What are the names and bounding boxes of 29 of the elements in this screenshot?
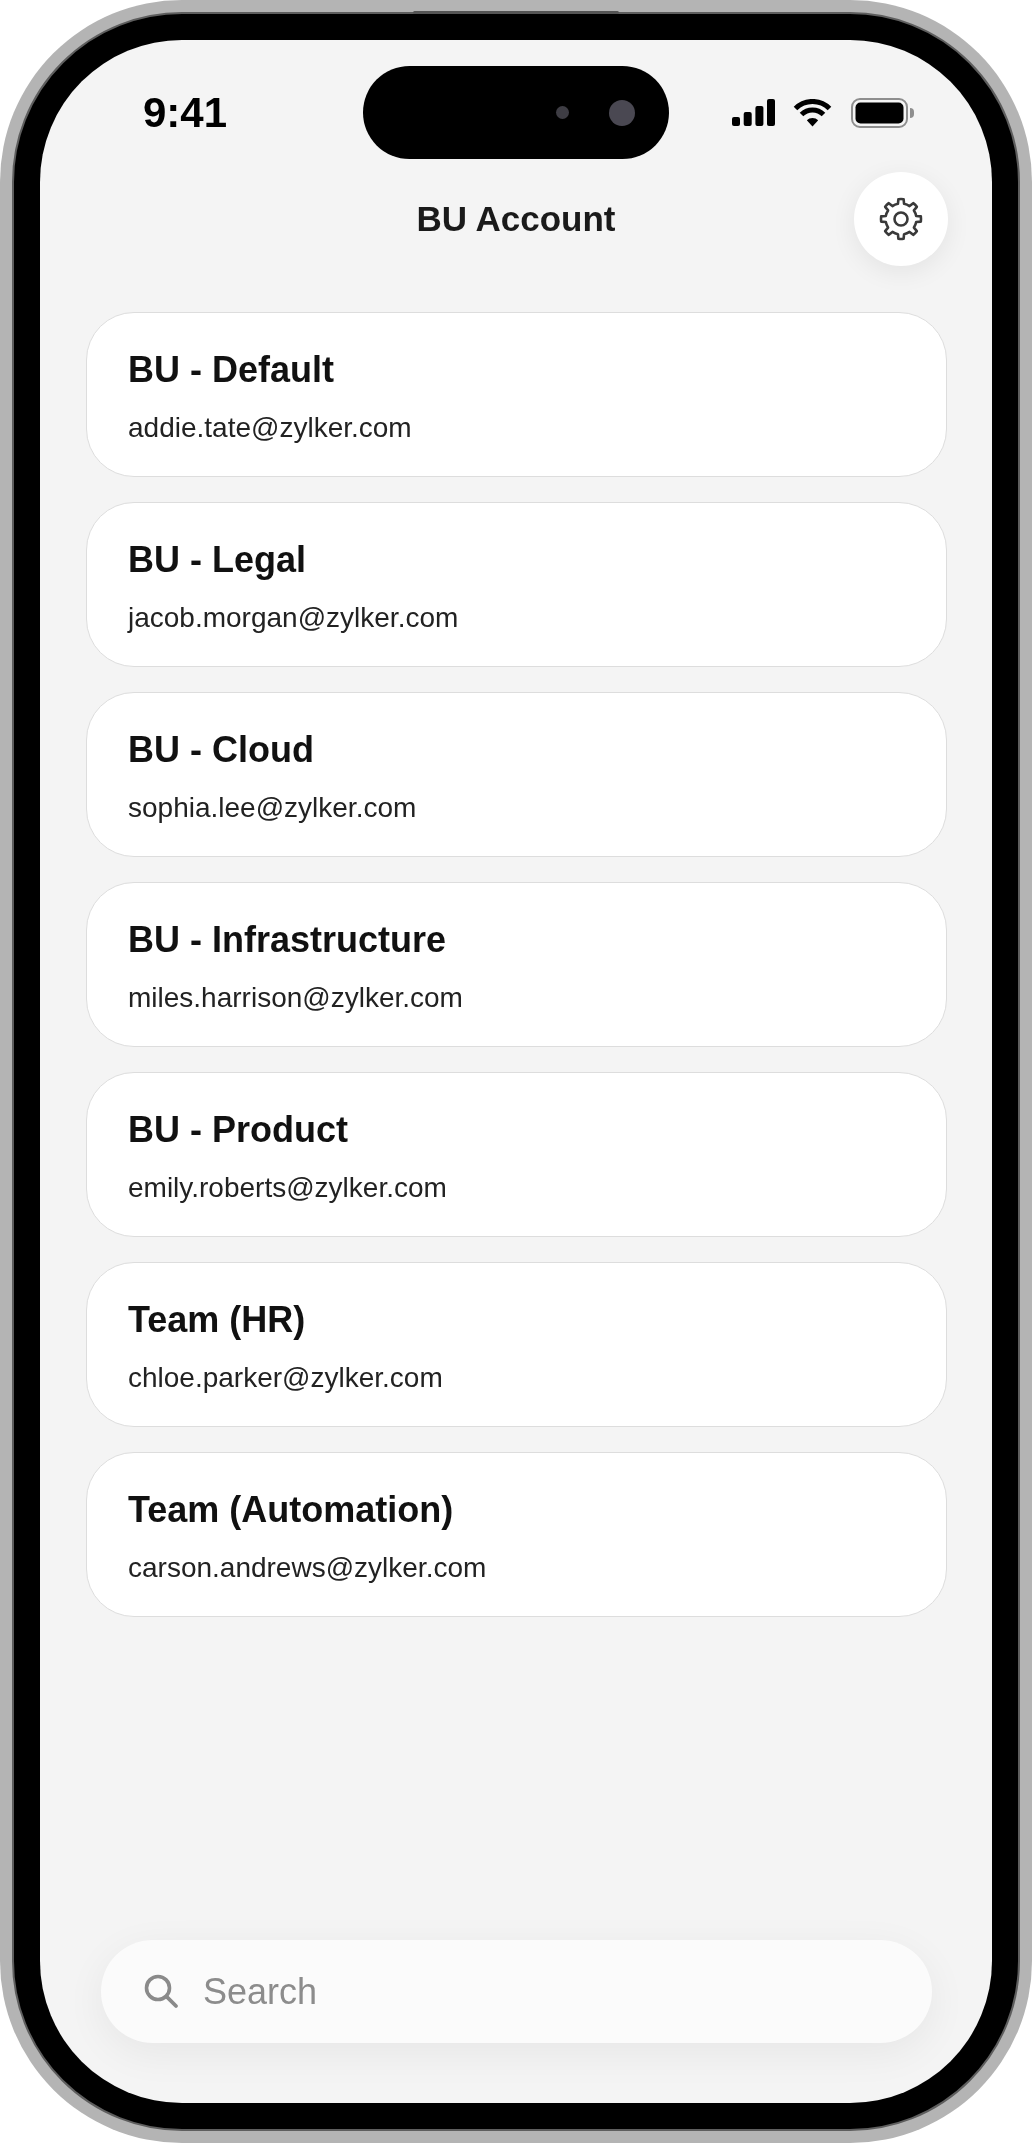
- account-card[interactable]: Team (Automation) carson.andrews@zylker.com: [86, 1452, 947, 1617]
- account-card[interactable]: BU - Legal jacob.morgan@zylker.com: [86, 502, 947, 667]
- wifi-icon: [792, 98, 833, 127]
- account-name: BU - Infrastructure: [128, 918, 447, 961]
- search-field[interactable]: Search: [101, 1940, 932, 2043]
- account-email: sophia.lee@zylker.com: [128, 791, 417, 825]
- status-time: 9:41: [142, 87, 228, 138]
- account-email: chloe.parker@zylker.com: [128, 1361, 443, 1395]
- account-card[interactable]: BU - Cloud sophia.lee@zylker.com: [86, 692, 947, 857]
- account-card[interactable]: BU - Product emily.roberts@zylker.com: [86, 1072, 947, 1237]
- account-email: carson.andrews@zylker.com: [128, 1551, 487, 1585]
- account-email: miles.harrison@zylker.com: [128, 981, 463, 1015]
- account-email: addie.tate@zylker.com: [128, 411, 412, 445]
- page-title: BU Account: [416, 198, 616, 240]
- account-name: BU - Cloud: [128, 728, 314, 771]
- battery-icon: [851, 97, 915, 128]
- account-name: BU - Default: [128, 348, 334, 391]
- account-card[interactable]: Team (HR) chloe.parker@zylker.com: [86, 1262, 947, 1427]
- search-icon: [143, 1973, 179, 2009]
- account-card[interactable]: BU - Infrastructure miles.harrison@zylker.com: [86, 882, 947, 1047]
- account-name: Team (HR): [128, 1298, 306, 1341]
- settings-icon: [879, 197, 923, 241]
- account-email: jacob.morgan@zylker.com: [128, 601, 459, 635]
- signal-icon: [732, 99, 775, 126]
- account-name: BU - Product: [128, 1108, 348, 1151]
- account-name: BU - Legal: [128, 538, 306, 581]
- account-email: emily.roberts@zylker.com: [128, 1171, 447, 1205]
- account-card[interactable]: BU - Default addie.tate@zylker.com: [86, 312, 947, 477]
- account-name: Team (Automation): [128, 1488, 454, 1531]
